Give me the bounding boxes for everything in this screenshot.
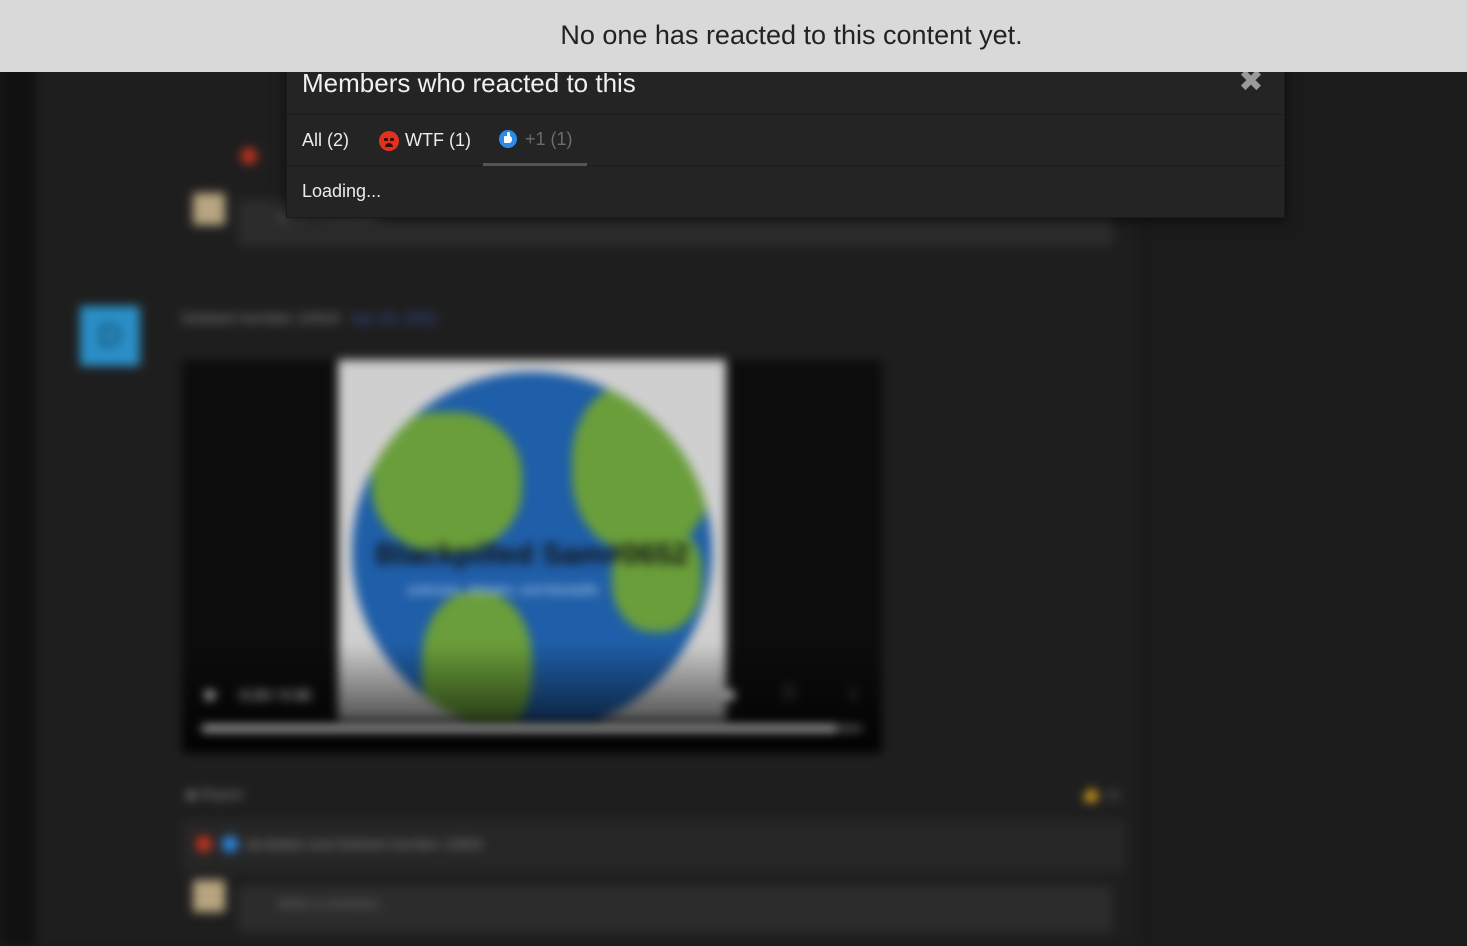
tab-wtf-label: WTF (1): [405, 130, 471, 150]
reactions-bar: devildabs and Deleted member 10604: [182, 820, 1126, 872]
avatar-letter: D: [97, 316, 123, 355]
tab-plus-one-label: +1 (1): [525, 128, 573, 149]
video-time: 0:29 / 0:30: [240, 687, 311, 704]
play-icon: ▶: [206, 686, 218, 703]
fullscreen-icon: ⛶: [784, 685, 795, 702]
report-icon: ◆: [186, 786, 201, 802]
wtf-reaction-icon: [379, 130, 399, 151]
comment-box: Write a comment...: [238, 886, 1112, 932]
volume-icon: ◀: [722, 686, 734, 703]
tab-wtf[interactable]: WTF (1): [379, 115, 471, 166]
user-avatar: [193, 193, 225, 225]
like-label: +1: [1103, 786, 1120, 802]
thumbs-up-icon: 👍: [1082, 786, 1104, 802]
video-thumbnail-title: Blackpilled Sam#0652: [375, 538, 689, 571]
like-reaction-dot: [222, 836, 238, 852]
reactors-list: devildabs and Deleted member 10604: [246, 836, 483, 852]
video-progress-bar: [202, 726, 862, 731]
close-icon[interactable]: ✖: [1238, 67, 1264, 97]
video-controls: ▶ 0:29 / 0:30 ◀ ⛶ ⋮: [182, 643, 882, 753]
more-options-icon: ⋮: [846, 686, 861, 703]
tab-all[interactable]: All (2): [302, 115, 349, 166]
wtf-reaction-dot: [241, 148, 257, 164]
notice-message: No one has reacted to this content yet.: [560, 19, 1023, 50]
reactions-dialog: Members who reacted to this ✖ All (2) WT…: [286, 56, 1285, 218]
tab-all-label: All (2): [302, 130, 350, 150]
report-label: Report: [200, 786, 243, 802]
video-player: Blackpilled Sam#0652 podcasts, debates, …: [182, 360, 882, 753]
wtf-reaction-dot: [196, 836, 212, 852]
author-name: Deleted member 10918: [182, 310, 339, 327]
video-progress-fill: [202, 726, 836, 731]
like-link: 👍 +1: [1082, 786, 1119, 803]
user-avatar: [193, 880, 225, 912]
loading-text: Loading...: [302, 181, 382, 201]
post-date-link: Apr 23, 2022: [351, 310, 438, 327]
thumbs-up-reaction-icon: [499, 130, 517, 148]
author-avatar: D: [80, 306, 140, 366]
comment-placeholder-text: Write a comment...: [278, 896, 387, 911]
page-root: Write a comment... D Deleted member 1091…: [0, 0, 1467, 946]
notice-banner: No one has reacted to this content yet.: [0, 0, 1467, 72]
tab-plus-one[interactable]: +1 (1): [483, 115, 587, 166]
report-link: ◆ Report: [186, 786, 243, 803]
left-gutter: [0, 0, 36, 946]
post-author-line: Deleted member 10918 · Apr 23, 2022: [182, 310, 437, 327]
dialog-title: Members who reacted to this: [302, 68, 636, 98]
video-thumbnail-subtitle: podcasts, debates, and blackpills: [408, 582, 599, 597]
reaction-tabs: All (2) WTF (1) +1 (1): [287, 115, 1284, 166]
